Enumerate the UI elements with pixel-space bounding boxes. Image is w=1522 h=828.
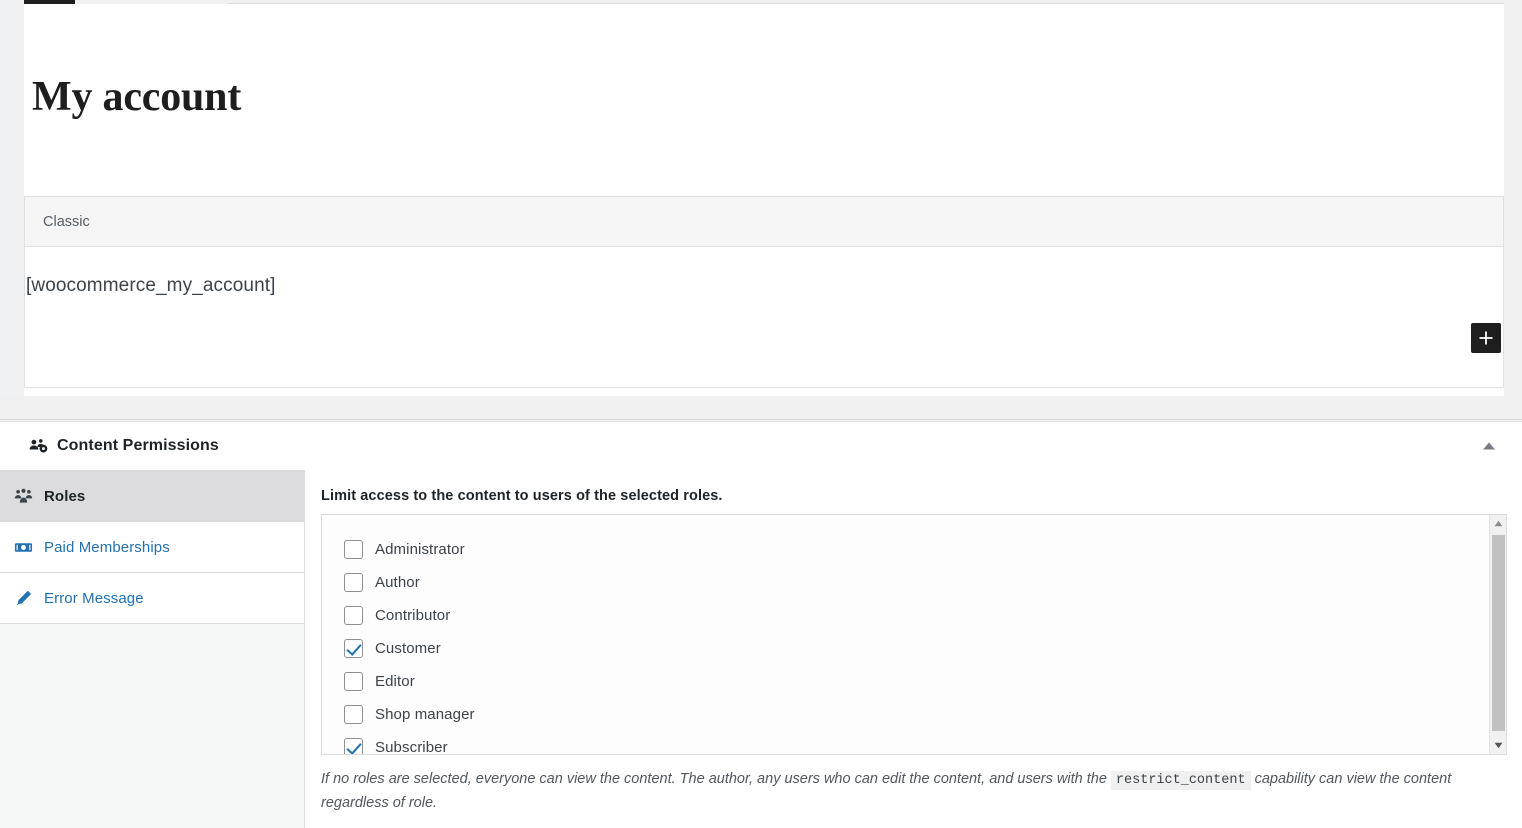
role-row-customer[interactable]: Customer — [344, 632, 1506, 665]
metabox-body: Roles Paid Memberships Error Message Lim… — [0, 470, 1522, 828]
role-label: Author — [375, 574, 420, 591]
role-checkbox-subscriber[interactable] — [344, 738, 363, 754]
scroll-up-button[interactable] — [1490, 515, 1506, 532]
role-label: Administrator — [375, 541, 465, 558]
role-label: Shop manager — [375, 706, 475, 723]
classic-block[interactable]: Classic [woocommerce_my_account] — [24, 196, 1504, 388]
groups-icon — [12, 485, 34, 507]
tab-error-message[interactable]: Error Message — [0, 573, 304, 624]
role-checkbox-author[interactable] — [344, 573, 363, 592]
metabox-title: Content Permissions — [57, 437, 219, 454]
tab-paid-memberships[interactable]: Paid Memberships — [0, 522, 304, 573]
metabox-collapse-toggle[interactable] — [1474, 431, 1504, 461]
editor-left-rail — [0, 0, 24, 396]
pencil-icon — [12, 587, 34, 609]
editor-right-strip — [1504, 0, 1522, 396]
roles-list: Administrator Author Contributor Custome… — [322, 515, 1506, 755]
metabox-tabs-sidebar: Roles Paid Memberships Error Message — [0, 470, 305, 828]
triangle-up-icon — [1483, 442, 1495, 450]
classic-block-label: Classic — [43, 213, 90, 230]
scroll-up-icon — [1494, 520, 1503, 527]
content-permissions-metabox: Content Permissions Roles Paid Membershi… — [0, 421, 1522, 828]
tab-paid-memberships-label: Paid Memberships — [44, 538, 170, 556]
plus-icon — [1479, 331, 1493, 345]
metabox-header[interactable]: Content Permissions — [0, 422, 1522, 470]
role-row-subscriber[interactable]: Subscriber — [344, 731, 1506, 755]
restrict-content-capability-code: restrict_content — [1110, 771, 1251, 790]
role-row-administrator[interactable]: Administrator — [344, 533, 1506, 566]
role-checkbox-editor[interactable] — [344, 672, 363, 691]
role-row-shop-manager[interactable]: Shop manager — [344, 698, 1506, 731]
roles-panel-heading: Limit access to the content to users of … — [321, 488, 723, 504]
role-label: Customer — [375, 640, 441, 657]
role-label: Editor — [375, 673, 415, 690]
add-block-button[interactable] — [1471, 323, 1501, 353]
role-checkbox-administrator[interactable] — [344, 540, 363, 559]
role-label: Contributor — [375, 607, 451, 624]
tab-error-message-label: Error Message — [44, 589, 144, 607]
role-checkbox-shop-manager[interactable] — [344, 705, 363, 724]
role-checkbox-customer[interactable] — [344, 639, 363, 658]
role-row-author[interactable]: Author — [344, 566, 1506, 599]
buddicons-groups-icon — [28, 436, 48, 456]
role-checkbox-contributor[interactable] — [344, 606, 363, 625]
help-text-before: If no roles are selected, everyone can v… — [321, 771, 1111, 787]
roles-list-scrollbar[interactable] — [1489, 515, 1506, 754]
role-row-editor[interactable]: Editor — [344, 665, 1506, 698]
editor-metabox-gap — [0, 396, 1522, 420]
role-label: Subscriber — [375, 739, 448, 755]
page-title[interactable]: My account — [32, 76, 241, 118]
role-row-contributor[interactable]: Contributor — [344, 599, 1506, 632]
shortcode-text[interactable]: [woocommerce_my_account] — [26, 275, 276, 297]
classic-block-header: Classic — [25, 197, 1503, 247]
scroll-down-icon — [1494, 742, 1503, 749]
tab-roles-label: Roles — [44, 487, 86, 505]
scroll-down-button[interactable] — [1490, 737, 1506, 754]
roles-panel: Limit access to the content to users of … — [305, 470, 1522, 828]
money-icon — [12, 536, 34, 558]
roles-listbox: Administrator Author Contributor Custome… — [321, 514, 1507, 755]
editor-canvas: My account Classic [woocommerce_my_accou… — [24, 4, 1504, 396]
scrollbar-thumb[interactable] — [1492, 535, 1505, 731]
tab-roles[interactable]: Roles — [0, 471, 304, 522]
roles-help-text: If no roles are selected, everyone can v… — [321, 768, 1511, 816]
classic-block-body[interactable]: [woocommerce_my_account] — [25, 247, 1503, 387]
wordpress-post-editor-screen: My account Classic [woocommerce_my_accou… — [0, 0, 1522, 828]
